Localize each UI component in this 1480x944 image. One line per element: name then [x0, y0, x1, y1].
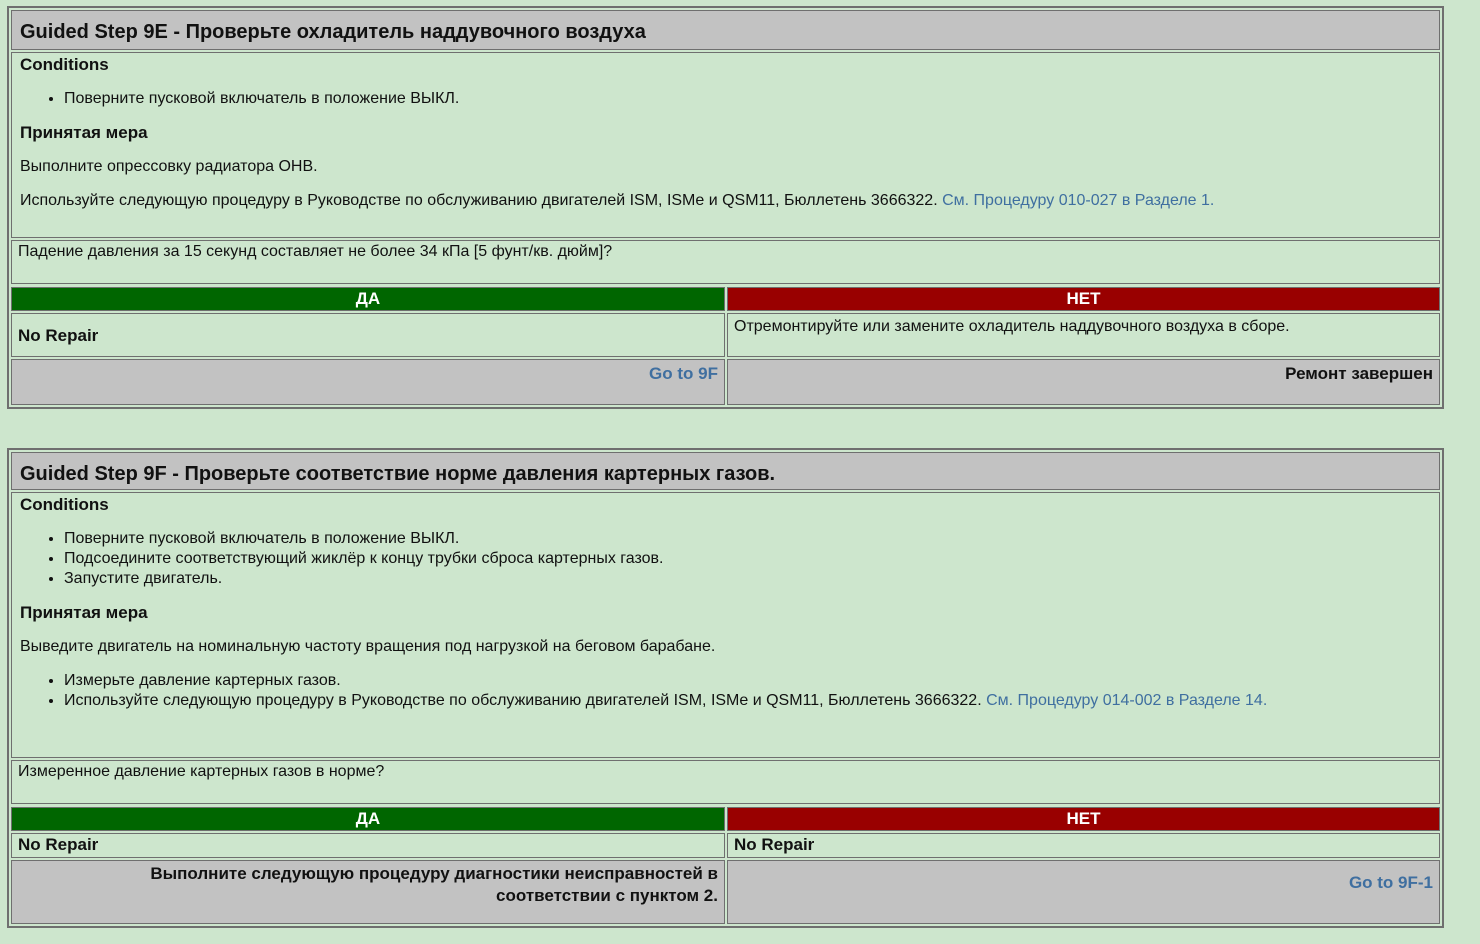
action-label: Принятая мера [20, 123, 148, 142]
conditions-label: Conditions [20, 495, 109, 514]
yes-result-text: No Repair [18, 326, 99, 345]
no-label: НЕТ [1066, 289, 1101, 308]
question-text: Падение давления за 15 секунд составляет… [18, 243, 613, 260]
no-header: НЕТ [727, 287, 1440, 311]
no-label: НЕТ [1066, 809, 1101, 828]
no-next-cell: Go to 9F-1 [727, 860, 1440, 924]
conditions-list: Поверните пусковой включатель в положени… [20, 529, 1431, 589]
conditions-label: Conditions [20, 55, 109, 74]
guided-step-9e: Guided Step 9E - Проверьте охладитель на… [7, 6, 1444, 409]
yes-label: ДА [355, 289, 381, 308]
no-result-text: Отремонтируйте или замените охладитель н… [734, 318, 1290, 335]
procedure-text: Используйте следующую процедуру в Руково… [20, 191, 1431, 211]
yes-next-cell: Выполните следующую процедуру диагностик… [11, 860, 725, 924]
procedure-link[interactable]: См. Процедуру 014-002 в Разделе 14. [986, 692, 1267, 709]
procedure-description: Используйте следующую процедуру в Руково… [64, 692, 987, 709]
step-title: Guided Step 9F - Проверьте соответствие … [11, 452, 1440, 490]
procedure-description: Используйте следующую процедуру в Руково… [20, 192, 943, 209]
conditions-panel: Conditions Поверните пусковой включатель… [11, 52, 1440, 238]
yes-result-text: No Repair [18, 835, 99, 854]
no-result-text: No Repair [734, 835, 815, 854]
condition-item: Запустите двигатель. [64, 569, 1431, 589]
no-header: НЕТ [727, 807, 1440, 831]
action-label: Принятая мера [20, 603, 148, 622]
no-result-cell: Отремонтируйте или замените охладитель н… [727, 313, 1440, 357]
procedure-item: Используйте следующую процедуру в Руково… [64, 691, 1431, 711]
yes-next-cell: Go to 9F [11, 359, 725, 405]
no-next-cell: Ремонт завершен [727, 359, 1440, 405]
yes-label: ДА [355, 809, 381, 828]
question-text: Измеренное давление картерных газов в но… [18, 763, 385, 780]
yes-next-line2: соответствии с пунктом 2. [496, 886, 718, 905]
yes-header: ДА [11, 287, 725, 311]
action-text: Выполните опрессовку радиатора ОНВ. [20, 158, 318, 175]
repair-complete-text: Ремонт завершен [1285, 364, 1433, 383]
question-cell: Падение давления за 15 секунд составляет… [11, 240, 1440, 284]
yes-result-cell: No Repair [11, 313, 725, 357]
yes-next-line1: Выполните следующую процедуру диагностик… [150, 864, 718, 883]
procedure-link[interactable]: См. Процедуру 010-027 в Разделе 1. [942, 192, 1214, 209]
condition-item: Поверните пусковой включатель в положени… [64, 529, 1431, 549]
action-item: Измерьте давление картерных газов. [64, 671, 1431, 691]
go-to-9f-link[interactable]: Go to 9F [649, 364, 718, 383]
yes-result-cell: No Repair [11, 833, 725, 858]
step-title-text: Guided Step 9F - Проверьте соответствие … [20, 463, 776, 485]
step-title-text: Guided Step 9E - Проверьте охладитель на… [20, 21, 646, 43]
conditions-list: Поверните пусковой включатель в положени… [20, 89, 1431, 109]
guided-step-9f: Guided Step 9F - Проверьте соответствие … [7, 448, 1444, 928]
step-title: Guided Step 9E - Проверьте охладитель на… [11, 10, 1440, 50]
action-text: Выведите двигатель на номинальную частот… [20, 638, 716, 655]
question-cell: Измеренное давление картерных газов в но… [11, 760, 1440, 804]
yes-header: ДА [11, 807, 725, 831]
condition-item: Поверните пусковой включатель в положени… [64, 89, 1431, 109]
go-to-9f-1-link[interactable]: Go to 9F-1 [1349, 873, 1433, 892]
action-list: Измерьте давление картерных газов. Испол… [20, 671, 1431, 711]
conditions-panel: Conditions Поверните пусковой включатель… [11, 492, 1440, 758]
condition-item: Подсоедините соответствующий жиклёр к ко… [64, 549, 1431, 569]
no-result-cell: No Repair [727, 833, 1440, 858]
